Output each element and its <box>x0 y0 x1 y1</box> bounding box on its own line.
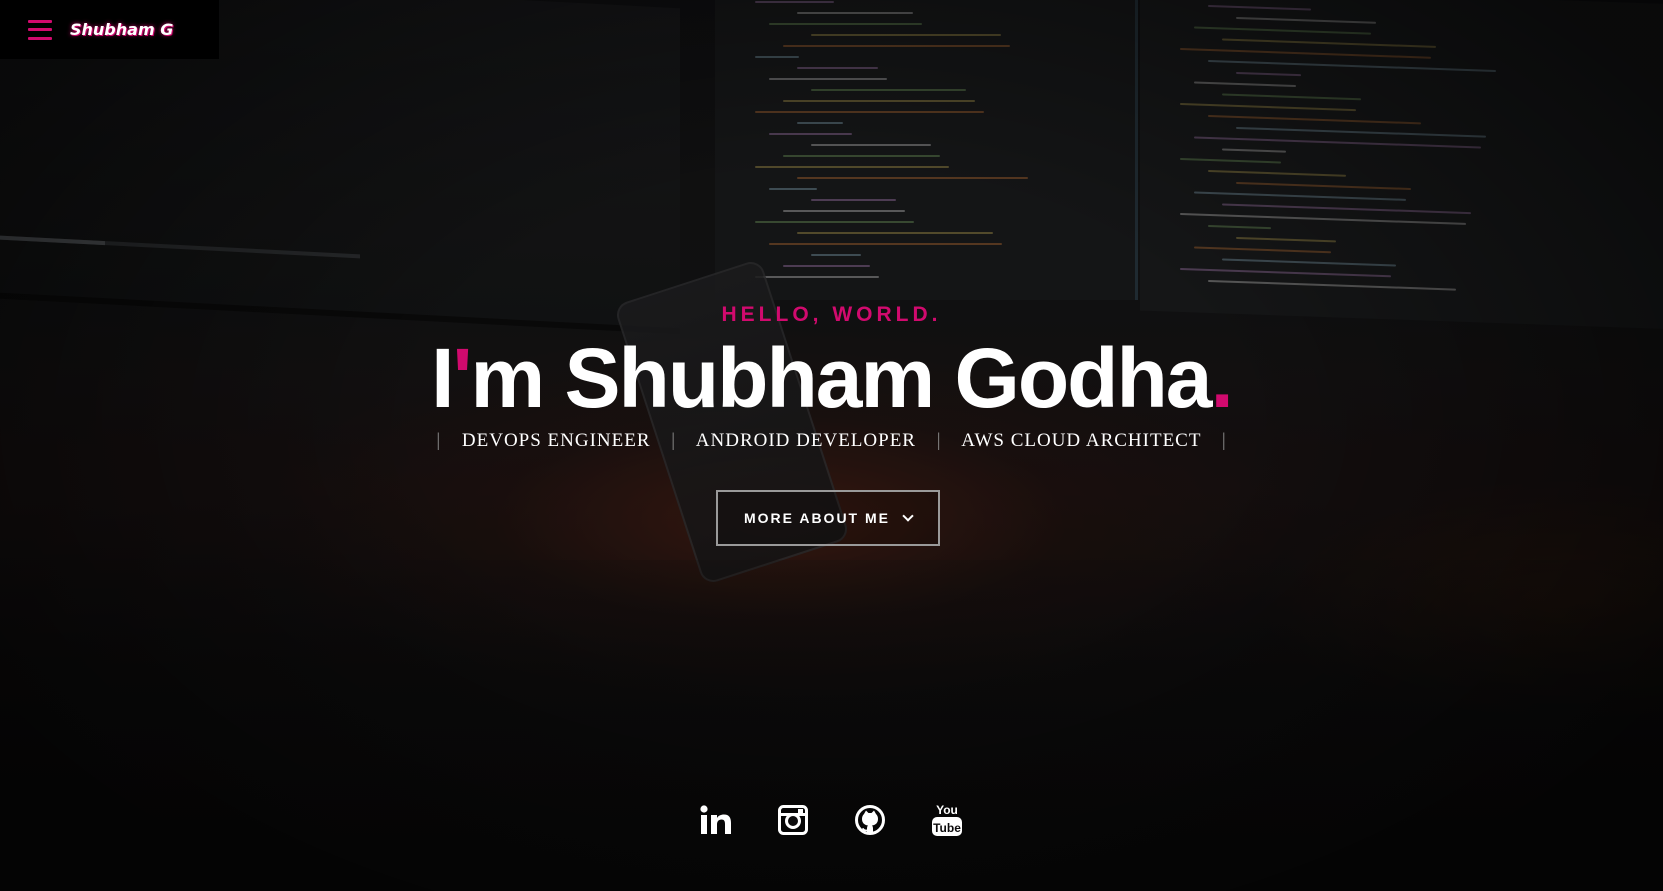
hamburger-menu-icon[interactable] <box>28 19 52 40</box>
brand-logo[interactable]: Shubham G <box>70 20 173 39</box>
youtube-icon-text-top: You <box>936 803 958 817</box>
github-icon[interactable] <box>854 802 886 838</box>
role-devops: DEVOPS ENGINEER <box>461 430 651 451</box>
chevron-down-icon <box>902 510 914 522</box>
role-separator: | <box>936 430 942 451</box>
title-dot: . <box>1210 331 1234 425</box>
social-links: You Tube <box>0 802 1663 838</box>
role-separator: | <box>436 430 442 451</box>
role-aws: AWS CLOUD ARCHITECT <box>961 430 1202 451</box>
role-android: ANDROID DEVELOPER <box>695 430 916 451</box>
youtube-icon-text-bottom: Tube <box>933 821 961 835</box>
instagram-icon[interactable] <box>777 802 809 838</box>
role-separator: | <box>1221 430 1227 451</box>
title-apostrophe: ' <box>452 331 472 425</box>
page-title: I'm Shubham Godha. <box>0 328 1663 428</box>
roles-list: | DEVOPS ENGINEER | ANDROID DEVELOPER | … <box>0 430 1663 452</box>
more-about-me-label: MORE ABOUT ME <box>743 510 891 526</box>
top-bar: Shubham G <box>0 0 219 59</box>
youtube-icon[interactable]: You Tube <box>931 802 963 838</box>
title-main: m Shubham Godha <box>470 331 1212 425</box>
role-separator: | <box>671 430 677 451</box>
linkedin-icon[interactable] <box>700 802 732 838</box>
greeting: HELLO, WORLD. <box>721 303 942 326</box>
more-about-me-button[interactable]: MORE ABOUT ME <box>716 490 940 546</box>
title-prefix: I <box>431 331 454 425</box>
